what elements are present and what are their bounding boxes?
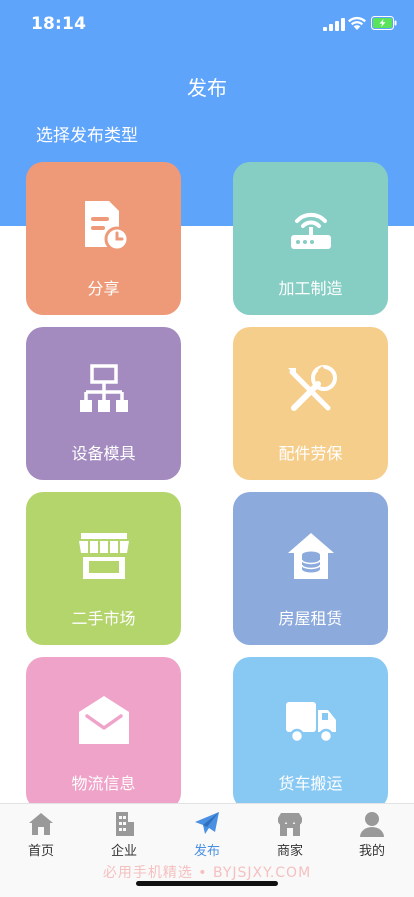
category-label: 分享: [87, 279, 120, 298]
category-label: 货车搬运: [278, 774, 343, 793]
tab-merchant[interactable]: 商家: [260, 810, 320, 859]
tab-publish[interactable]: 发布: [177, 810, 237, 859]
hierarchy-icon: [26, 362, 181, 422]
category-label: 配件劳保: [278, 444, 343, 463]
shop-icon: [278, 813, 302, 836]
storefront-icon: [26, 527, 181, 587]
status-time: 18:14: [31, 14, 87, 34]
house-coins-icon: [233, 527, 388, 587]
category-tile-equipment[interactable]: 设备模具: [26, 327, 181, 480]
category-label: 加工制造: [278, 279, 343, 298]
tab-enterprise[interactable]: 企业: [94, 810, 154, 859]
wrench-screwdriver-icon: [233, 362, 388, 422]
section-label: 选择发布类型: [36, 126, 138, 146]
category-tile-processing[interactable]: 加工制造: [233, 162, 388, 315]
watermark: 必用手机精选 • BYJSJXY.COM: [102, 865, 312, 881]
document-clock-icon: [26, 197, 181, 257]
category-tile-secondhand[interactable]: 二手市场: [26, 492, 181, 645]
tab-label: 我的: [358, 844, 385, 859]
tab-home[interactable]: 首页: [11, 810, 71, 859]
category-tile-logistics[interactable]: 物流信息: [26, 657, 181, 810]
tab-label: 商家: [276, 844, 303, 859]
home-indicator: [136, 881, 278, 886]
battery-charging-icon: [371, 16, 397, 30]
category-tile-rental[interactable]: 房屋租赁: [233, 492, 388, 645]
category-label: 房屋租赁: [278, 609, 343, 628]
category-tile-truck[interactable]: 货车搬运: [233, 657, 388, 810]
user-icon: [360, 812, 384, 837]
home-icon: [29, 813, 53, 835]
tab-label: 企业: [110, 844, 137, 859]
category-label: 物流信息: [71, 774, 136, 793]
tab-label: 首页: [27, 844, 54, 859]
category-tile-accessories[interactable]: 配件劳保: [233, 327, 388, 480]
category-tile-share[interactable]: 分享: [26, 162, 181, 315]
building-icon: [116, 812, 134, 836]
tab-mine[interactable]: 我的: [342, 810, 402, 859]
envelope-icon: [26, 692, 181, 752]
tab-label: 发布: [193, 844, 220, 859]
category-label: 设备模具: [71, 444, 136, 463]
signal-icon: [323, 18, 345, 31]
status-bar: 18:14: [0, 0, 414, 50]
wifi-icon: [348, 16, 366, 30]
page-title: 发布: [187, 76, 227, 100]
truck-icon: [233, 692, 388, 752]
paper-plane-icon: [195, 812, 219, 834]
category-label: 二手市场: [71, 609, 136, 628]
router-icon: [233, 197, 388, 257]
